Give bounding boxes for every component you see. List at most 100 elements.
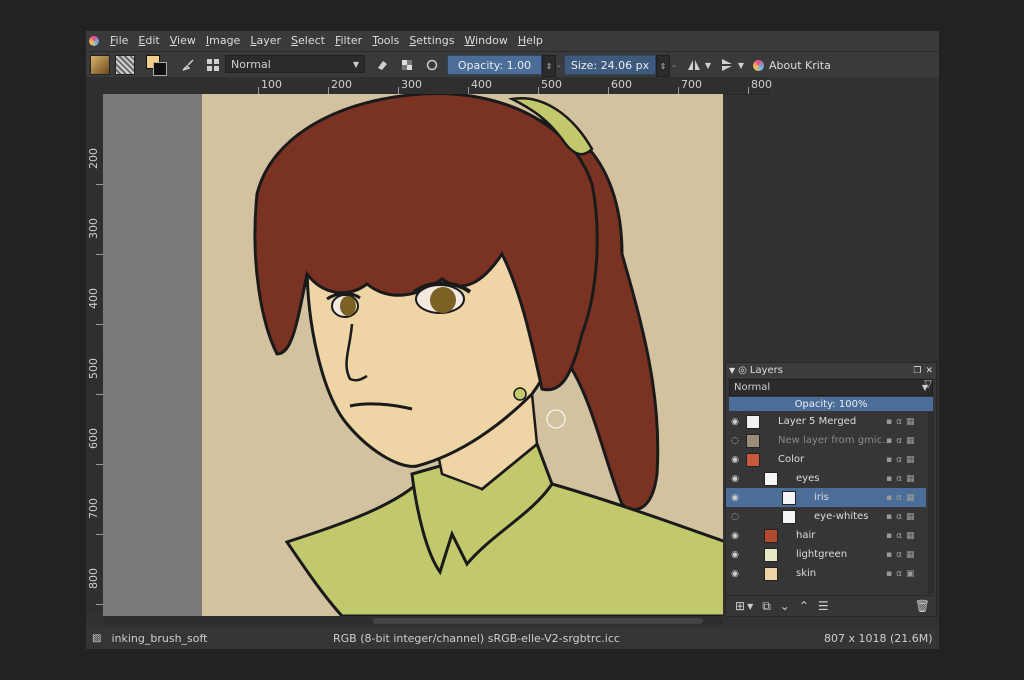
- preset-grid-button[interactable]: [203, 55, 223, 75]
- chevron-down-icon[interactable]: ▼: [747, 602, 753, 611]
- eye-icon[interactable]: ◉: [730, 455, 740, 465]
- inherit-alpha-icon[interactable]: ▦: [906, 474, 915, 484]
- layers-docker-icon: ◎: [738, 365, 747, 376]
- opacity-slider[interactable]: Opacity: 1.00: [447, 55, 542, 75]
- preserve-alpha-button[interactable]: [397, 55, 417, 75]
- canvas-viewport[interactable]: [103, 94, 723, 616]
- about-krita-button[interactable]: About Krita: [753, 55, 843, 75]
- inherit-alpha-icon[interactable]: ▦: [906, 550, 915, 560]
- close-icon[interactable]: ✕: [925, 366, 933, 376]
- mirror-vertical-dropdown[interactable]: ▼: [736, 55, 746, 75]
- size-spin-button[interactable]: ⇕: [656, 55, 670, 77]
- layer-row[interactable]: ◉ Color ▪ α ▦: [726, 450, 926, 469]
- layer-row-icons: ▪ α ▦: [886, 493, 915, 503]
- blending-mode-select[interactable]: Normal ▼: [225, 55, 365, 73]
- opacity-lock-button[interactable]: -: [554, 55, 564, 75]
- layer-opacity-slider[interactable]: Opacity: 100%: [729, 397, 933, 411]
- eye-closed-icon[interactable]: ◌: [730, 512, 740, 522]
- lock-icon[interactable]: ▪: [886, 512, 892, 522]
- alpha-icon[interactable]: α: [896, 531, 902, 541]
- lock-icon[interactable]: ▪: [886, 455, 892, 465]
- horizontal-scrollbar-thumb[interactable]: [373, 618, 703, 624]
- reload-preset-button[interactable]: [422, 55, 442, 75]
- layer-row[interactable]: ◉ eyes ▪ α ▦: [726, 469, 926, 488]
- layer-row-selected[interactable]: ◉ iris ▪ α ▦: [726, 488, 926, 507]
- layer-row[interactable]: ◉ Layer 5 Merged ▪ α ▦: [726, 412, 926, 431]
- artwork-canvas[interactable]: [202, 94, 723, 616]
- alpha-icon[interactable]: α: [896, 493, 902, 503]
- eye-icon[interactable]: ◉: [730, 531, 740, 541]
- add-layer-icon[interactable]: ⊞: [735, 599, 745, 613]
- eye-icon[interactable]: ◉: [730, 493, 740, 503]
- layer-row[interactable]: ◉ hair ▪ α ▦: [726, 526, 926, 545]
- menu-help[interactable]: Help: [513, 31, 548, 51]
- duplicate-layer-icon[interactable]: ⧉: [762, 599, 771, 614]
- inherit-alpha-icon[interactable]: ▦: [906, 417, 915, 427]
- inherit-alpha-icon[interactable]: ▦: [906, 493, 915, 503]
- lock-icon[interactable]: ▪: [886, 493, 892, 503]
- alpha-icon[interactable]: α: [896, 455, 902, 465]
- lock-icon[interactable]: ▪: [886, 531, 892, 541]
- layer-row[interactable]: ◌ New layer from gmic... ▪ α ▦: [726, 431, 926, 450]
- layer-blending-mode-select[interactable]: Normal ▼: [729, 379, 933, 396]
- menu-filter[interactable]: Filter: [330, 31, 367, 51]
- alpha-icon[interactable]: α: [896, 474, 902, 484]
- layer-filter-button[interactable]: ▽: [924, 379, 932, 390]
- eye-icon[interactable]: ◉: [730, 417, 740, 427]
- size-slider[interactable]: Size: 24.06 px: [564, 55, 656, 75]
- pattern-selector[interactable]: [115, 55, 135, 75]
- mirror-horizontal-dropdown[interactable]: ▼: [703, 55, 713, 75]
- alpha-icon[interactable]: α: [896, 436, 902, 446]
- menu-select[interactable]: Select: [286, 31, 330, 51]
- layer-properties-icon[interactable]: ☰: [818, 599, 829, 613]
- lock-icon[interactable]: ▪: [886, 569, 892, 579]
- brush-preset-button[interactable]: [178, 55, 198, 75]
- delete-layer-icon[interactable]: 🗑: [915, 599, 930, 613]
- size-lock-button[interactable]: -: [669, 55, 679, 75]
- mirror-vertical-button[interactable]: [717, 55, 737, 75]
- menu-file[interactable]: File: [105, 31, 133, 51]
- eye-icon[interactable]: ◉: [730, 550, 740, 560]
- inherit-alpha-icon[interactable]: ▦: [906, 512, 915, 522]
- layer-row[interactable]: ◌ eye-whites ▪ α ▦: [726, 507, 926, 526]
- menu-window[interactable]: Window: [459, 31, 512, 51]
- eye-closed-icon[interactable]: ◌: [730, 436, 740, 446]
- menu-tools[interactable]: Tools: [367, 31, 404, 51]
- background-color-swatch[interactable]: [153, 62, 167, 76]
- collapse-icon[interactable]: ▼: [729, 366, 735, 375]
- move-layer-down-icon[interactable]: ⌄: [780, 599, 790, 613]
- inherit-alpha-icon[interactable]: ▣: [906, 569, 915, 579]
- eye-icon[interactable]: ◉: [730, 474, 740, 484]
- menu-edit[interactable]: Edit: [133, 31, 164, 51]
- alpha-icon[interactable]: α: [896, 417, 902, 427]
- move-layer-up-icon[interactable]: ⌃: [799, 599, 809, 613]
- fg-bg-color-selector[interactable]: [146, 55, 167, 76]
- float-docker-icon[interactable]: ❐: [913, 366, 921, 376]
- menu-view[interactable]: View: [165, 31, 201, 51]
- layers-docker: ▼ ◎ Layers ❐ ✕ Normal ▼ ▽ Opacity: 100% …: [725, 362, 937, 617]
- menu-settings[interactable]: Settings: [404, 31, 459, 51]
- lock-icon[interactable]: ▪: [886, 474, 892, 484]
- layer-list-scrollbar[interactable]: [928, 412, 934, 594]
- layer-row[interactable]: ◉ lightgreen ▪ α ▦: [726, 545, 926, 564]
- brush-preset-icon: ▨: [92, 633, 102, 644]
- about-krita-label: About Krita: [769, 58, 831, 72]
- gradient-selector[interactable]: [90, 55, 110, 75]
- layer-row[interactable]: ◉ skin ▪ α ▣: [726, 564, 926, 583]
- mirror-horizontal-button[interactable]: [684, 55, 704, 75]
- layer-row-icons: ▪ α ▦: [886, 474, 915, 484]
- eraser-mode-button[interactable]: [372, 55, 392, 75]
- alpha-icon[interactable]: α: [896, 569, 902, 579]
- menu-layer[interactable]: Layer: [245, 31, 286, 51]
- menu-image[interactable]: Image: [201, 31, 245, 51]
- inherit-alpha-icon[interactable]: ▦: [906, 455, 915, 465]
- lock-icon[interactable]: ▪: [886, 417, 892, 427]
- inherit-alpha-icon[interactable]: ▦: [906, 531, 915, 541]
- alpha-icon[interactable]: α: [896, 512, 902, 522]
- horizontal-scrollbar[interactable]: [103, 616, 723, 626]
- eye-icon[interactable]: ◉: [730, 569, 740, 579]
- alpha-icon[interactable]: α: [896, 550, 902, 560]
- lock-icon[interactable]: ▪: [886, 550, 892, 560]
- inherit-alpha-icon[interactable]: ▦: [906, 436, 915, 446]
- lock-icon[interactable]: ▪: [886, 436, 892, 446]
